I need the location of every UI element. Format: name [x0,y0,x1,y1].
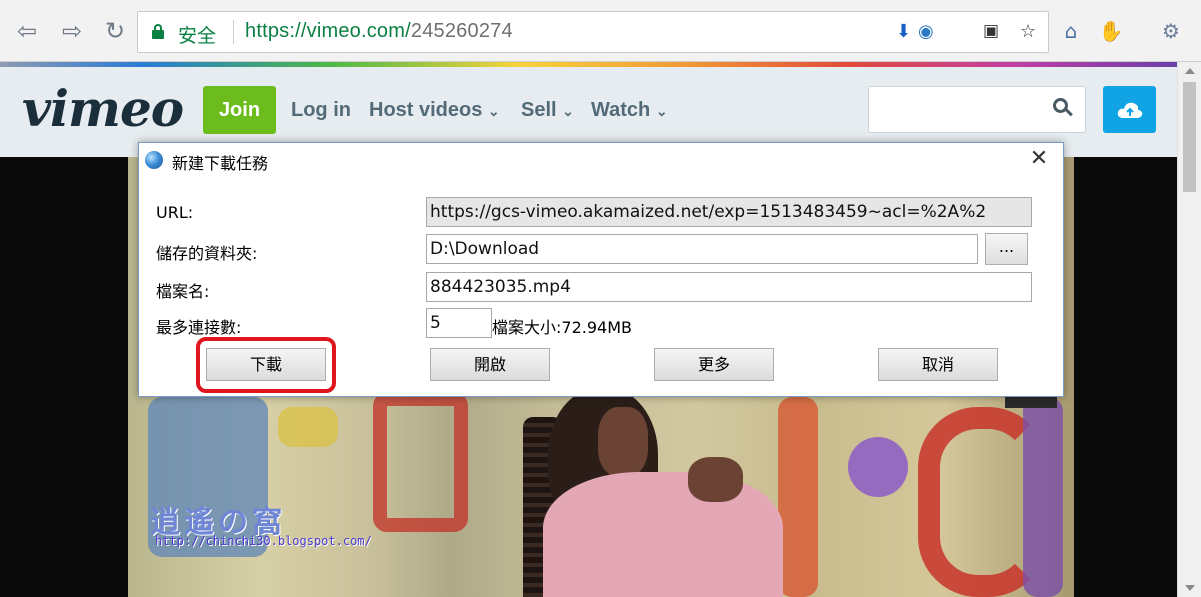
nav-host-videos[interactable]: Host videos ⌄ [369,99,500,122]
download-button-highlight [196,337,336,393]
dialog-titlebar[interactable]: 新建下載任務 ✕ [139,143,1063,177]
home-icon[interactable]: ⌂ [1055,14,1087,48]
download-extension-icon[interactable]: ⬇ [896,21,911,42]
bookmark-star-icon[interactable]: ☆ [1020,21,1036,42]
connections-field[interactable]: 5 [426,308,492,338]
reload-icon[interactable]: ↻ [98,14,132,48]
connections-label: 最多連接數: [156,318,242,337]
address-url[interactable]: https://vimeo.com/245260274 [245,20,513,43]
url-path: 245260274 [410,20,513,42]
page-scrollbar[interactable] [1177,62,1201,597]
nav-watch[interactable]: Watch ⌄ [591,99,668,122]
nav-watch-label: Watch [591,99,651,121]
back-arrow-icon[interactable]: ⇦ [10,14,44,48]
chevron-down-icon: ⌄ [562,103,574,119]
nav-sell-label: Sell [521,99,557,121]
chevron-down-icon: ⌄ [487,103,500,119]
nav-login[interactable]: Log in [291,99,351,122]
wall-mural [278,407,338,447]
cloud-upload-icon [1117,102,1142,118]
settings-globe-icon[interactable]: ◉ [918,21,934,42]
address-separator [233,20,234,44]
settings-gear-icon[interactable]: ⚙ [1155,14,1187,48]
browser-toolbar: ⇦ ⇨ ↻ 安全 https://vimeo.com/245260274 ⬇ ◉… [0,0,1201,62]
lock-icon [152,24,164,39]
scroll-up-arrow-icon[interactable] [1185,68,1195,74]
scroll-down-arrow-icon[interactable] [1185,585,1195,591]
search-input[interactable] [868,86,1086,133]
forward-arrow-icon[interactable]: ⇨ [55,14,89,48]
watermark-url: http://chinchi30.blogspot.com/ [155,534,372,548]
folder-field[interactable]: D:\Download [426,234,978,264]
folder-label: 儲存的資料夾: [156,244,258,263]
search-icon[interactable] [1053,98,1073,120]
cancel-button[interactable]: 取消 [878,348,998,381]
browse-button[interactable]: ... [985,233,1028,265]
person-face [598,407,648,477]
filename-label: 檔案名: [156,282,210,301]
person-shirt [543,472,783,597]
wall-mural [848,437,908,497]
extension-hand-icon[interactable]: ✋ [1095,14,1127,48]
upload-button[interactable] [1103,86,1156,133]
secure-label: 安全 [178,25,217,47]
url-label: URL: [156,203,194,222]
nav-sell[interactable]: Sell ⌄ [521,99,574,122]
url-field[interactable]: https://gcs-vimeo.akamaized.net/exp=1513… [426,197,1032,227]
globe-icon [145,151,163,169]
dialog-title: 新建下載任務 [172,154,269,173]
person-hand [688,457,743,502]
translate-icon[interactable]: ▣ [983,21,999,41]
new-download-dialog: 新建下載任務 ✕ URL: https://gcs-vimeo.akamaize… [138,142,1064,397]
nav-host-videos-label: Host videos [369,99,483,121]
more-button[interactable]: 更多 [654,348,774,381]
wall-mural [778,397,818,597]
wall-mural [1023,397,1063,597]
open-button[interactable]: 開啟 [430,348,550,381]
address-bar[interactable]: 安全 https://vimeo.com/245260274 ⬇ ◉ ▣ ☆ [137,11,1049,53]
filename-field[interactable]: 884423035.mp4 [426,272,1032,302]
filesize-label: 檔案大小:72.94MB [492,318,632,337]
site-logo[interactable]: vimeo [22,79,184,138]
wall-mural [373,392,468,532]
close-icon[interactable]: ✕ [1029,148,1049,170]
scroll-thumb[interactable] [1183,82,1196,192]
join-button[interactable]: Join [203,86,276,134]
chevron-down-icon: ⌄ [655,103,668,119]
url-host: https://vimeo.com/ [245,20,411,42]
